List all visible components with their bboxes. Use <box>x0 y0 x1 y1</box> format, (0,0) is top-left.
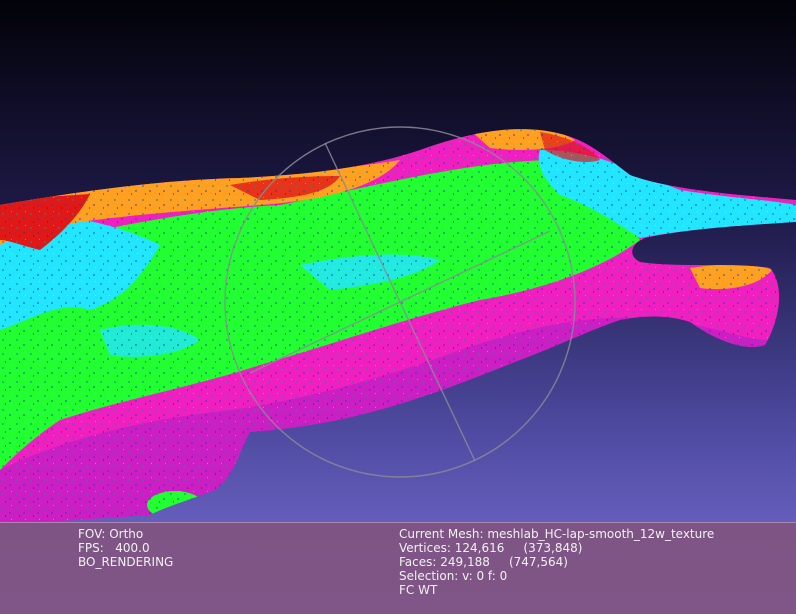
info-overlay: FOV: Ortho FPS: 400.0 BO_RENDERING Curre… <box>0 522 796 614</box>
rendering-mode-label: BO_RENDERING <box>78 555 174 569</box>
vertices-label: Vertices: 124,616 (373,848) <box>399 541 583 555</box>
fc-label: FC WT <box>399 583 438 597</box>
render-info: FOV: Ortho FPS: 400.0 BO_RENDERING <box>78 527 173 569</box>
selection-label: Selection: v: 0 f: 0 <box>399 569 508 583</box>
current-mesh-label: Current Mesh: meshlab_HC-lap-smooth_12w_… <box>399 527 715 541</box>
fps-label: FPS: 400.0 <box>78 541 150 555</box>
3d-viewport[interactable]: FOV: Ortho FPS: 400.0 BO_RENDERING Curre… <box>0 0 796 614</box>
mesh-info: Current Mesh: meshlab_HC-lap-smooth_12w_… <box>399 527 714 597</box>
fov-label: FOV: Ortho <box>78 527 144 541</box>
faces-label: Faces: 249,188 (747,564) <box>399 555 568 569</box>
